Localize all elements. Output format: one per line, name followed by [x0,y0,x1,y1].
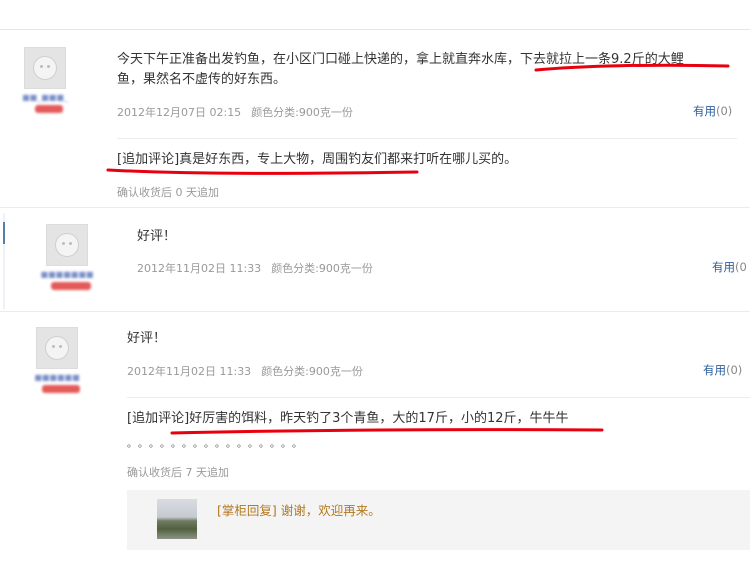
annotation-underline-1 [534,63,730,72]
annotation-underline-3 [170,428,604,435]
annotation-layer [106,63,730,435]
annotation-underline-2 [106,168,419,175]
